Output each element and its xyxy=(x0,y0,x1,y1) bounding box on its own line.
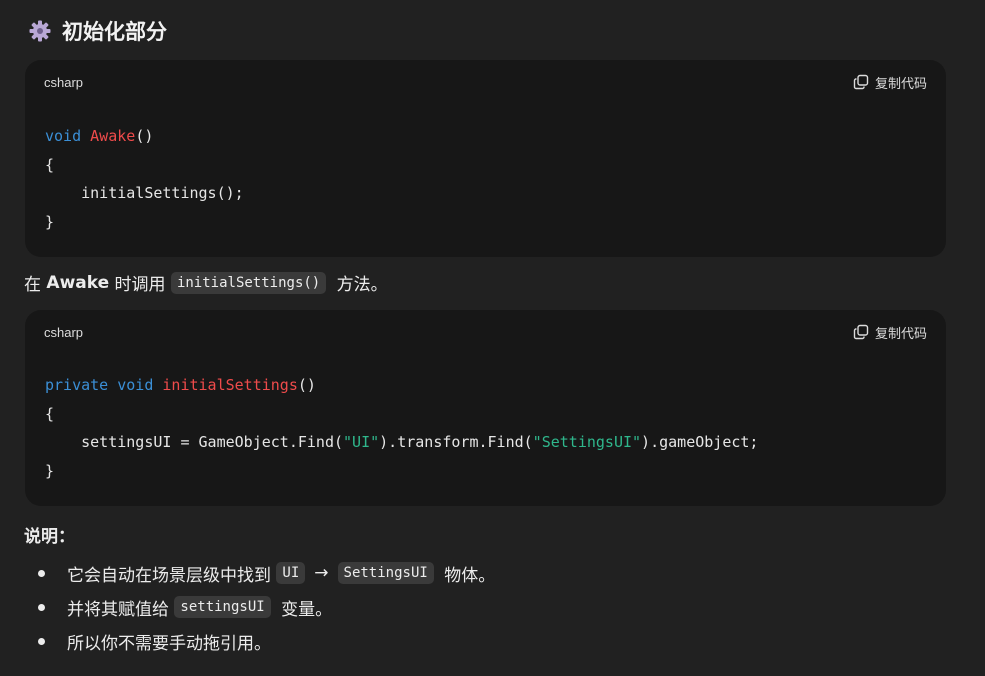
code-punctuation: () xyxy=(297,376,316,394)
code-block-header: csharp 复制代码 xyxy=(25,310,946,354)
code-text: ).transform.Find( xyxy=(379,433,533,451)
list-item-text: 并将其赋值给 xyxy=(67,599,175,620)
copy-code-label: 复制代码 xyxy=(874,326,927,342)
copy-code-label: 复制代码 xyxy=(874,76,927,92)
code-keyword: private xyxy=(45,376,109,394)
code-content: private void initialSettings() { settings… xyxy=(25,354,946,485)
code-keyword: void xyxy=(117,376,154,394)
paragraph-text: 时调用 xyxy=(109,275,171,295)
bullet-icon xyxy=(38,603,45,611)
bullet-icon xyxy=(38,637,45,645)
code-line: private void initialSettings() xyxy=(45,371,926,400)
section-heading: 初始化部分 xyxy=(28,16,167,46)
list-item: 它会自动在场景层级中找到 UI → SettingsUI 物体。 xyxy=(34,556,495,590)
code-text: ).gameObject; xyxy=(641,433,759,451)
code-line: initialSettings(); xyxy=(45,184,244,202)
paragraph-bold-text: Awake xyxy=(46,272,110,293)
code-block: csharp 复制代码 void Awake() { initialSetting… xyxy=(25,60,946,257)
list-item: 所以你不需要手动拖引用。 xyxy=(34,624,495,658)
code-block: csharp 复制代码 private void initialSettings… xyxy=(25,310,946,506)
code-keyword: void xyxy=(45,127,82,145)
copy-icon xyxy=(853,74,869,90)
section-title: 初始化部分 xyxy=(62,20,167,44)
notes-title: 说明： xyxy=(24,527,75,547)
inline-code: UI xyxy=(276,562,306,584)
code-line: void Awake() xyxy=(45,122,926,151)
code-language-label: csharp xyxy=(44,74,84,90)
list-item-text: 物体。 xyxy=(438,565,496,586)
code-string: "SettingsUI" xyxy=(532,433,642,451)
inline-code: SettingsUI xyxy=(337,562,434,584)
code-line: { xyxy=(45,155,55,174)
copy-code-button[interactable]: 复制代码 xyxy=(853,323,927,342)
code-line: { xyxy=(45,404,55,423)
code-line: } xyxy=(45,461,55,480)
copy-icon xyxy=(853,324,869,340)
code-language-label: csharp xyxy=(44,324,84,340)
code-block-header: csharp 复制代码 xyxy=(25,60,946,104)
code-text: settingsUI = GameObject.Find( xyxy=(45,433,344,451)
code-string: "UI" xyxy=(343,433,380,451)
list-item-text: 变量。 xyxy=(275,599,333,620)
code-punctuation: () xyxy=(135,127,154,145)
gear-icon xyxy=(29,20,51,42)
code-function-name: initialSettings xyxy=(162,376,298,394)
code-line: settingsUI = GameObject.Find("UI").trans… xyxy=(45,428,926,457)
list-item-text: 它会自动在场景层级中找到 xyxy=(67,565,277,586)
code-function-name: Awake xyxy=(90,127,136,145)
copy-code-button[interactable]: 复制代码 xyxy=(853,73,927,92)
list-item-text: 所以你不需要手动拖引用。 xyxy=(67,633,271,654)
code-content: void Awake() { initialSettings();} xyxy=(25,104,946,236)
code-line: } xyxy=(45,212,55,231)
paragraph-text: 方法。 xyxy=(331,275,388,295)
notes-list: 它会自动在场景层级中找到 UI → SettingsUI 物体。 并将其赋值给 … xyxy=(34,556,495,658)
inline-code: settingsUI xyxy=(174,596,271,618)
description-paragraph: 在 Awake 时调用 initialSettings() 方法。 xyxy=(24,270,388,295)
bullet-icon xyxy=(38,569,45,577)
paragraph-text: 在 xyxy=(24,275,47,295)
inline-code: initialSettings() xyxy=(170,271,327,294)
list-item: 并将其赋值给 settingsUI 变量。 xyxy=(34,590,495,624)
arrow-icon: → xyxy=(314,563,329,583)
